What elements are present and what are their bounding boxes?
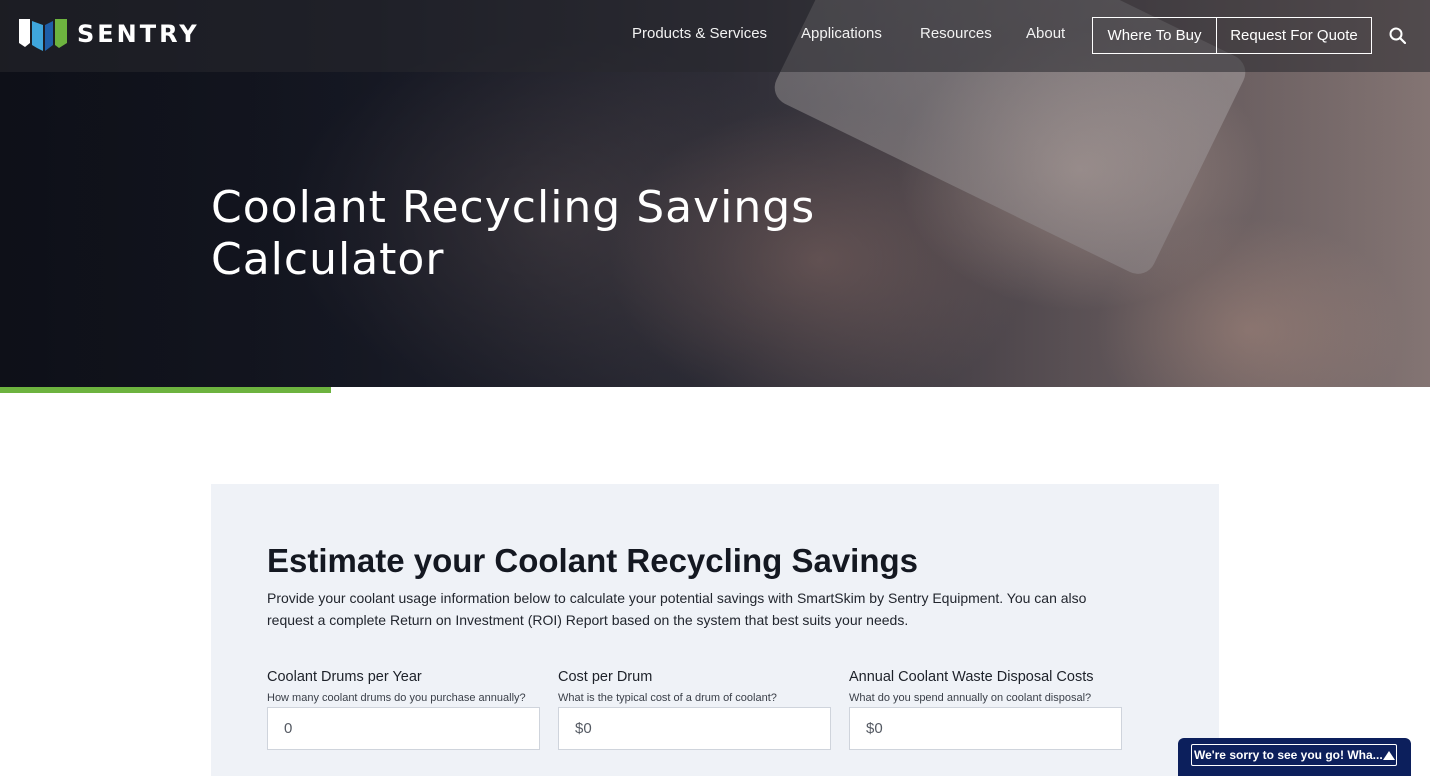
feedback-survey-tab[interactable]: We're sorry to see you go! Wha... [1178,738,1411,776]
page-title-line1: Coolant Recycling Savings [211,182,816,233]
savings-calculator-card: Estimate your Coolant Recycling Savings … [211,484,1219,776]
nav-resources[interactable]: Resources [920,25,992,42]
field-help-text: What is the typical cost of a drum of co… [558,692,777,704]
calculator-description: Provide your coolant usage information b… [267,590,1087,628]
page-title-line2: Calculator [211,234,445,285]
caret-up-icon [1382,750,1395,760]
field-disposal-costs: Annual Coolant Waste Disposal Costs What… [849,669,1122,750]
disposal-costs-input[interactable] [849,707,1122,750]
field-help-text: How many coolant drums do you purchase a… [267,692,526,704]
sentry-shield-icon [19,19,67,51]
field-label: Cost per Drum [558,669,653,685]
site-header: SENTRY Products & Services Applications … [0,0,1430,72]
field-label: Coolant Drums per Year [267,669,422,685]
cost-per-drum-input[interactable] [558,707,831,750]
coolant-drums-input[interactable] [267,707,540,750]
field-help-text: What do you spend annually on coolant di… [849,692,1092,704]
feedback-label: We're sorry to see you go! Wha... [1194,748,1383,762]
search-icon[interactable] [1389,27,1406,44]
request-quote-button[interactable]: Request For Quote [1216,17,1372,54]
nav-applications[interactable]: Applications [801,25,882,42]
calculator-heading: Estimate your Coolant Recycling Savings [267,542,919,579]
hero-accent-bar [0,387,331,393]
field-label: Annual Coolant Waste Disposal Costs [849,669,1094,685]
where-to-buy-button[interactable]: Where To Buy [1092,17,1217,54]
field-cost-per-drum: Cost per Drum What is the typical cost o… [558,669,831,750]
field-coolant-drums: Coolant Drums per Year How many coolant … [267,669,540,750]
nav-products-services[interactable]: Products & Services [632,25,767,42]
logo-wordmark: SENTRY [77,20,200,48]
page-title: Coolant Recycling Savings Calculator [211,182,911,286]
sentry-logo[interactable]: SENTRY [19,17,200,51]
nav-about[interactable]: About [1026,25,1065,42]
